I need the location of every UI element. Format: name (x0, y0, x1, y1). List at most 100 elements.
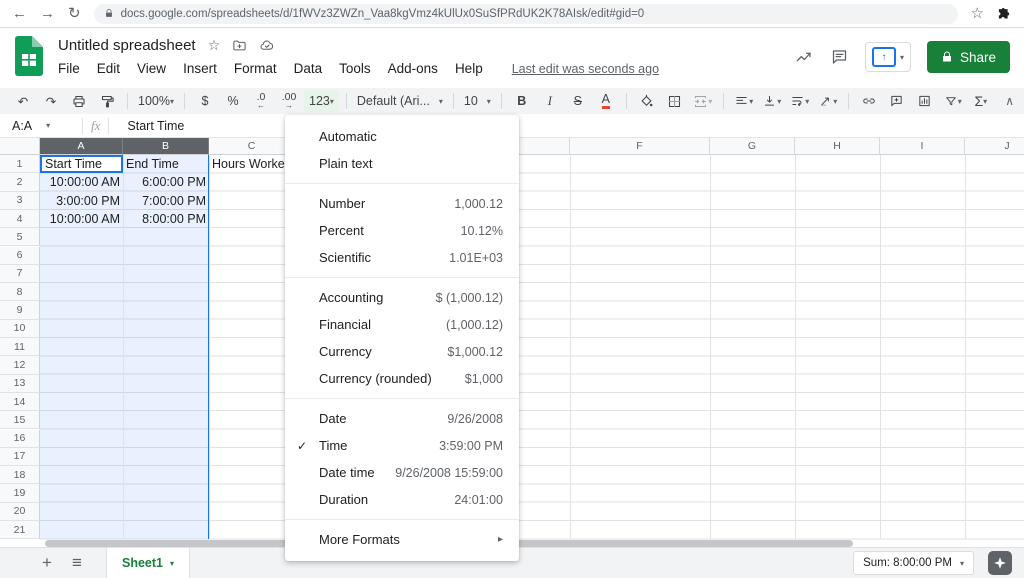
menu-edit[interactable]: Edit (97, 61, 120, 76)
format-percent-button[interactable]: % (220, 90, 246, 112)
present-to-meeting-button[interactable]: ↑ ▾ (865, 42, 911, 72)
row-header-12[interactable]: 12 (0, 356, 40, 374)
column-header-H[interactable]: H (795, 138, 880, 155)
row-header-11[interactable]: 11 (0, 338, 40, 356)
row-header-9[interactable]: 9 (0, 301, 40, 319)
text-wrap-button[interactable]: ▾ (787, 90, 813, 112)
menu-help[interactable]: Help (455, 61, 483, 76)
print-button[interactable] (66, 90, 92, 112)
redo-button[interactable]: ↷ (38, 90, 64, 112)
cloud-saved-icon[interactable] (259, 38, 275, 53)
column-header-A[interactable]: A (40, 138, 123, 155)
menu-item-currency-rounded[interactable]: Currency (rounded)$1,000 (285, 365, 519, 392)
explore-button[interactable] (988, 551, 1012, 575)
back-icon[interactable]: ← (12, 6, 27, 21)
bookmark-star-icon[interactable]: ☆ (971, 6, 984, 21)
row-header-17[interactable]: 17 (0, 448, 40, 466)
cell-B3[interactable]: 7:00:00 PM (123, 192, 209, 210)
filter-button[interactable]: ▾ (940, 90, 966, 112)
cell-C1[interactable]: Hours Worked (209, 155, 295, 173)
font-size-select[interactable]: 10▾ (461, 90, 494, 112)
strikethrough-button[interactable]: S (565, 90, 591, 112)
extension-puzzle-icon[interactable] (997, 6, 1012, 21)
row-header-7[interactable]: 7 (0, 265, 40, 283)
menu-item-number[interactable]: Number1,000.12 (285, 190, 519, 217)
cell-B2[interactable]: 6:00:00 PM (123, 173, 209, 191)
row-header-18[interactable]: 18 (0, 466, 40, 484)
borders-button[interactable] (662, 90, 688, 112)
cell-A2[interactable]: 10:00:00 AM (40, 173, 123, 191)
increase-decimal-button[interactable]: .00→ (276, 90, 302, 112)
name-box[interactable]: A:A ▾ (0, 119, 74, 133)
font-select[interactable]: Default (Ari...▾ (354, 90, 446, 112)
decrease-decimal-button[interactable]: .0← (248, 90, 274, 112)
column-header-C[interactable]: C (209, 138, 295, 155)
forward-icon[interactable]: → (40, 6, 55, 21)
menu-item-scientific[interactable]: Scientific1.01E+03 (285, 244, 519, 271)
menu-item-date[interactable]: Date9/26/2008 (285, 405, 519, 432)
cell-A3[interactable]: 3:00:00 PM (40, 192, 123, 210)
menu-item-time[interactable]: ✓Time3:59:00 PM (285, 432, 519, 459)
row-header-10[interactable]: 10 (0, 320, 40, 338)
undo-button[interactable]: ↶ (10, 90, 36, 112)
insert-comment-button[interactable] (884, 90, 910, 112)
more-formats-button[interactable]: 123▾ (304, 90, 339, 112)
row-header-19[interactable]: 19 (0, 484, 40, 502)
move-to-folder-icon[interactable] (232, 38, 247, 53)
menu-tools[interactable]: Tools (339, 61, 371, 76)
sheets-logo-icon[interactable] (15, 36, 43, 76)
column-header-G[interactable]: G (710, 138, 795, 155)
column-header-B[interactable]: B (123, 138, 209, 155)
menu-view[interactable]: View (137, 61, 166, 76)
cell-A1[interactable]: Start Time (40, 155, 123, 173)
row-header-15[interactable]: 15 (0, 411, 40, 429)
select-all-corner[interactable] (0, 138, 40, 155)
row-header-6[interactable]: 6 (0, 247, 40, 265)
star-document-icon[interactable]: ☆ (208, 37, 221, 54)
row-header-2[interactable]: 2 (0, 173, 40, 191)
row-header-5[interactable]: 5 (0, 228, 40, 246)
last-edit-link[interactable]: Last edit was seconds ago (512, 62, 659, 76)
text-rotation-button[interactable]: ▾ (815, 90, 841, 112)
row-header-4[interactable]: 4 (0, 210, 40, 228)
menu-insert[interactable]: Insert (183, 61, 217, 76)
menu-item-percent[interactable]: Percent10.12% (285, 217, 519, 244)
hide-toolbar-icon[interactable]: ∧ (1005, 94, 1014, 108)
insights-trending-icon[interactable] (794, 48, 814, 66)
functions-button[interactable]: Σ▾ (968, 90, 994, 112)
all-sheets-icon[interactable]: ≡ (62, 553, 92, 573)
row-header-16[interactable]: 16 (0, 430, 40, 448)
menu-item-plain-text[interactable]: Plain text (285, 150, 519, 177)
row-header-8[interactable]: 8 (0, 283, 40, 301)
share-button[interactable]: Share (927, 41, 1010, 73)
horizontal-align-button[interactable]: ▾ (731, 90, 757, 112)
fill-color-button[interactable] (634, 90, 660, 112)
italic-button[interactable]: I (537, 90, 563, 112)
column-header-F[interactable]: F (570, 138, 710, 155)
menu-item-more-formats[interactable]: More Formats▸ (285, 526, 519, 553)
insert-link-button[interactable] (856, 90, 882, 112)
menu-item-currency[interactable]: Currency$1,000.12 (285, 338, 519, 365)
paint-format-button[interactable] (94, 90, 120, 112)
menu-item-automatic[interactable]: Automatic (285, 123, 519, 150)
vertical-align-button[interactable]: ▾ (759, 90, 785, 112)
formula-input[interactable]: Start Time (127, 119, 184, 133)
menu-item-accounting[interactable]: Accounting$ (1,000.12) (285, 284, 519, 311)
menu-item-date-time[interactable]: Date time9/26/2008 15:59:00 (285, 459, 519, 486)
comment-history-icon[interactable] (830, 48, 849, 66)
row-header-14[interactable]: 14 (0, 393, 40, 411)
menu-file[interactable]: File (58, 61, 80, 76)
row-header-1[interactable]: 1 (0, 155, 40, 173)
menu-data[interactable]: Data (294, 61, 323, 76)
sum-indicator[interactable]: Sum: 8:00:00 PM ▾ (853, 551, 974, 575)
menu-format[interactable]: Format (234, 61, 277, 76)
row-header-3[interactable]: 3 (0, 192, 40, 210)
row-header-20[interactable]: 20 (0, 503, 40, 521)
document-title[interactable]: Untitled spreadsheet (58, 37, 196, 54)
column-header-J[interactable]: J (965, 138, 1024, 155)
cell-B1[interactable]: End Time (123, 155, 209, 173)
column-header-I[interactable]: I (880, 138, 965, 155)
menu-item-financial[interactable]: Financial(1,000.12) (285, 311, 519, 338)
cell-B4[interactable]: 8:00:00 PM (123, 210, 209, 228)
format-currency-button[interactable]: $ (192, 90, 218, 112)
